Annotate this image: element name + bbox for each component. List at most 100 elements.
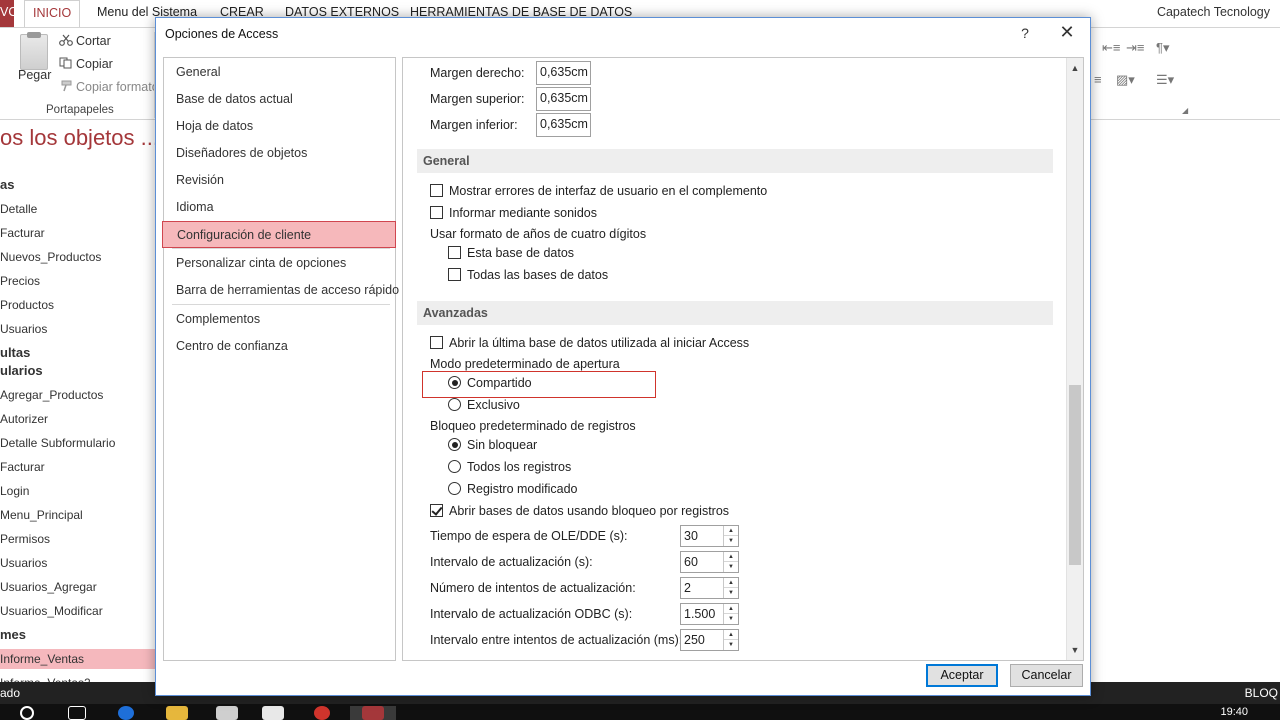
scroll-up-icon[interactable]: ▲ — [1067, 60, 1083, 76]
this-database-checkbox[interactable] — [448, 246, 461, 259]
show-addin-errors-checkbox[interactable] — [430, 184, 443, 197]
odbc-refresh-stepper[interactable]: 1.500 ▲ ▼ — [680, 603, 739, 625]
align-icon[interactable]: ≡ — [1094, 72, 1102, 87]
nav-group-header[interactable]: ultas — [0, 343, 155, 363]
row-lock-checkbox[interactable] — [430, 504, 443, 517]
spin-down-icon[interactable]: ▼ — [724, 588, 738, 598]
nav-object-item[interactable]: Agregar_Productos — [0, 385, 155, 405]
lock-all-label[interactable]: Todos los registros — [467, 460, 571, 474]
margin-right-input[interactable]: 0,635cm — [536, 61, 591, 85]
spin-up-icon[interactable]: ▲ — [724, 552, 738, 562]
this-database-label[interactable]: Esta base de datos — [467, 246, 574, 260]
retry-interval-stepper[interactable]: 250 ▲ ▼ — [680, 629, 739, 651]
nav-object-item[interactable]: Informe_Ventas — [0, 649, 155, 669]
search-icon[interactable] — [20, 706, 34, 720]
clock[interactable]: 19:40 — [1220, 706, 1248, 718]
row-lock-label[interactable]: Abrir bases de datos usando bloqueo por … — [449, 504, 729, 518]
all-databases-checkbox[interactable] — [448, 268, 461, 281]
provide-sound-checkbox[interactable] — [430, 206, 443, 219]
category-item[interactable]: Configuración de cliente — [162, 221, 396, 248]
help-icon[interactable]: ? — [1018, 25, 1032, 41]
refresh-interval-value[interactable]: 60 — [684, 555, 698, 569]
opera-icon[interactable] — [314, 706, 330, 720]
outdent-icon[interactable]: ⇥≡ — [1126, 40, 1144, 56]
open-mode-shared-radio[interactable] — [448, 376, 461, 389]
store-icon[interactable] — [216, 706, 238, 720]
category-item[interactable]: Complementos — [164, 306, 395, 333]
spin-up-icon[interactable]: ▲ — [724, 630, 738, 640]
category-item[interactable]: General — [164, 59, 395, 86]
category-item[interactable]: Centro de confianza — [164, 333, 395, 360]
all-databases-label[interactable]: Todas las bases de datos — [467, 268, 608, 282]
nav-pane-title[interactable]: os los objetos ... — [0, 125, 155, 151]
tab-inicio[interactable]: INICIO — [24, 0, 81, 27]
nav-object-item[interactable]: Facturar — [0, 223, 155, 243]
lock-none-label[interactable]: Sin bloquear — [467, 438, 537, 452]
nav-object-item[interactable]: Menu_Principal — [0, 505, 155, 525]
explorer-icon[interactable] — [166, 706, 188, 720]
cut-button[interactable]: Cortar — [76, 34, 111, 48]
ole-timeout-value[interactable]: 30 — [684, 529, 698, 543]
nav-object-item[interactable]: Usuarios_Agregar — [0, 577, 155, 597]
paste-button[interactable]: Pegar — [18, 68, 51, 82]
format-painter-button[interactable]: Copiar formato — [76, 80, 159, 94]
nav-object-item[interactable]: Precios — [0, 271, 155, 291]
category-item[interactable]: Revisión — [164, 167, 395, 194]
margin-top-input[interactable]: 0,635cm — [536, 87, 591, 111]
paste-icon[interactable] — [20, 32, 48, 70]
spin-up-icon[interactable]: ▲ — [724, 578, 738, 588]
ole-timeout-stepper[interactable]: 30 ▲ ▼ — [680, 525, 739, 547]
tab-file[interactable]: VO — [0, 0, 14, 27]
retry-interval-value[interactable]: 250 — [684, 633, 705, 647]
lock-edited-label[interactable]: Registro modificado — [467, 482, 577, 496]
paragraph-icon[interactable]: ¶▾ — [1156, 40, 1170, 56]
nav-object-item[interactable]: Productos — [0, 295, 155, 315]
spin-down-icon[interactable]: ▼ — [724, 562, 738, 572]
category-item[interactable]: Hoja de datos — [164, 113, 395, 140]
nav-group-header[interactable]: as — [0, 175, 155, 195]
refresh-interval-stepper[interactable]: 60 ▲ ▼ — [680, 551, 739, 573]
app-icon[interactable] — [262, 706, 284, 720]
lock-edited-radio[interactable] — [448, 482, 461, 495]
nav-object-item[interactable]: Login — [0, 481, 155, 501]
spin-down-icon[interactable]: ▼ — [724, 614, 738, 624]
nav-object-item[interactable]: Detalle Subformulario — [0, 433, 155, 453]
category-item[interactable]: Idioma — [164, 194, 395, 221]
scroll-thumb[interactable] — [1069, 385, 1081, 565]
ok-button[interactable]: Aceptar — [926, 664, 998, 687]
cancel-button[interactable]: Cancelar — [1010, 664, 1083, 687]
lock-all-radio[interactable] — [448, 460, 461, 473]
account-name[interactable]: Capatech Tecnology — [1157, 5, 1270, 19]
spin-down-icon[interactable]: ▼ — [724, 640, 738, 650]
edge-icon[interactable] — [118, 706, 134, 720]
show-addin-errors-label[interactable]: Mostrar errores de interfaz de usuario e… — [449, 184, 767, 198]
category-item[interactable]: Barra de herramientas de acceso rápido — [164, 277, 399, 304]
open-last-db-label[interactable]: Abrir la última base de datos utilizada … — [449, 336, 749, 350]
dialog-launcher-icon[interactable]: ◢ — [1182, 106, 1188, 115]
nav-group-header[interactable]: mes — [0, 625, 155, 645]
gridlines-icon[interactable]: ☰▾ — [1156, 72, 1174, 88]
copy-button[interactable]: Copiar — [76, 57, 113, 71]
task-view-icon[interactable] — [68, 706, 86, 720]
nav-object-item[interactable]: Usuarios_Modificar — [0, 601, 155, 621]
nav-object-item[interactable]: Usuarios — [0, 553, 155, 573]
nav-object-item[interactable]: Detalle — [0, 199, 155, 219]
provide-sound-label[interactable]: Informar mediante sonidos — [449, 206, 597, 220]
close-icon[interactable]: ✕ — [1056, 22, 1078, 43]
odbc-refresh-value[interactable]: 1.500 — [684, 607, 715, 621]
nav-object-item[interactable]: Usuarios — [0, 319, 155, 339]
scroll-down-icon[interactable]: ▼ — [1067, 642, 1083, 658]
nav-object-item[interactable]: Facturar — [0, 457, 155, 477]
spin-down-icon[interactable]: ▼ — [724, 536, 738, 546]
open-mode-exclusive-radio[interactable] — [448, 398, 461, 411]
nav-object-item[interactable]: Nuevos_Productos — [0, 247, 155, 267]
lock-none-radio[interactable] — [448, 438, 461, 451]
nav-object-item[interactable]: Informe_Ventas2 — [0, 673, 155, 682]
category-item[interactable]: Personalizar cinta de opciones — [164, 250, 395, 277]
nav-object-item[interactable]: Autorizer — [0, 409, 155, 429]
options-scrollbar[interactable]: ▲ ▼ — [1066, 58, 1083, 660]
spin-up-icon[interactable]: ▲ — [724, 526, 738, 536]
category-item[interactable]: Diseñadores de objetos — [164, 140, 395, 167]
margin-bottom-input[interactable]: 0,635cm — [536, 113, 591, 137]
update-retries-value[interactable]: 2 — [684, 581, 691, 595]
